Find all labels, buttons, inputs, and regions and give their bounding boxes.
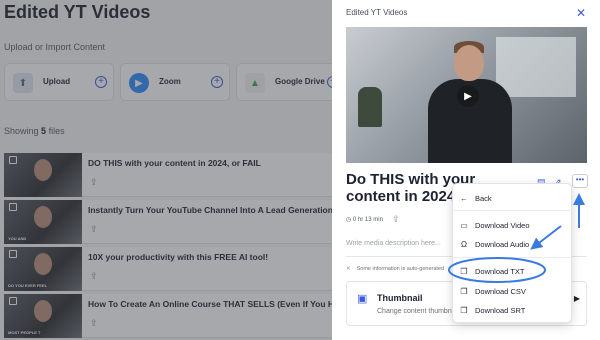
menu-item-download-video[interactable]: ▭ Download Video xyxy=(453,215,573,235)
modal-backdrop[interactable] xyxy=(0,0,332,340)
menu-item-download-txt[interactable]: ❐ Download TXT xyxy=(453,261,573,281)
play-icon[interactable]: ▶ xyxy=(457,85,479,107)
file-icon: ❐ xyxy=(460,305,468,315)
thumbnail-heading: Thumbnail xyxy=(377,293,423,303)
arrow-left-icon: ← xyxy=(460,193,468,203)
menu-item-download-srt[interactable]: ❐ Download SRT xyxy=(453,300,573,320)
tools-icon: ✕ xyxy=(346,266,351,272)
menu-item-download-audio[interactable]: Ω Download Audio xyxy=(453,234,573,254)
upload-icon[interactable]: ⇪ xyxy=(392,214,400,225)
menu-item-back[interactable]: ← Back xyxy=(453,188,573,208)
more-options-menu: ← Back ▭ Download Video Ω Download Audio ❐ D… xyxy=(452,183,573,323)
video-player[interactable]: ▶ xyxy=(346,27,587,163)
menu-item-download-csv[interactable]: ❐ Download CSV xyxy=(453,281,573,301)
auto-generated-notice: ✕ Some information is auto-generated xyxy=(346,266,445,272)
close-icon[interactable]: ✕ xyxy=(576,6,586,20)
headphones-icon: Ω xyxy=(461,239,467,249)
more-options-button[interactable]: ••• xyxy=(572,174,588,188)
files-page: Edited YT Videos Upload or Import Conten… xyxy=(0,0,332,340)
thumbnail-subtext: Change content thumbn xyxy=(377,308,452,315)
image-icon: ▣ xyxy=(357,293,368,305)
duration: ◷ 0 hr 13 min xyxy=(346,217,383,223)
file-icon: ❐ xyxy=(460,266,468,276)
chevron-right-icon: ▶ xyxy=(573,294,580,303)
file-icon: ❐ xyxy=(460,286,468,296)
description-input[interactable]: Write media description here... xyxy=(346,240,441,247)
drawer-title: Edited YT Videos xyxy=(346,8,408,17)
video-icon: ▭ xyxy=(460,220,468,230)
